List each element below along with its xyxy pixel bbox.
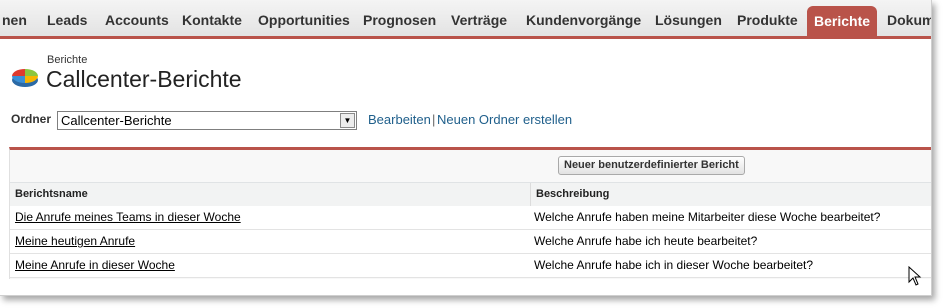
tab-vertraege[interactable]: Verträge <box>451 0 507 36</box>
folder-select[interactable]: Callcenter-Berichte ▼ <box>57 111 357 130</box>
link-separator: | <box>432 112 436 127</box>
report-link[interactable]: Meine Anrufe in dieser Woche <box>15 254 175 277</box>
table-header: Berichtsname Beschreibung <box>10 182 931 207</box>
tab-berichte[interactable]: Berichte <box>807 6 878 36</box>
reports-panel: Neuer benutzerdefinierter Bericht Berich… <box>9 147 931 279</box>
tab-dokumente[interactable]: Dokum <box>887 0 931 36</box>
table-row: Meine Anrufe in dieser Woche Welche Anru… <box>10 254 931 278</box>
column-header-name[interactable]: Berichtsname <box>15 183 88 206</box>
folder-select-value: Callcenter-Berichte <box>61 113 172 128</box>
folder-label: Ordner <box>11 112 52 126</box>
mouse-cursor-icon <box>908 266 922 286</box>
chevron-down-icon[interactable]: ▼ <box>340 113 355 128</box>
tab-accounts[interactable]: Accounts <box>105 0 169 36</box>
tab-kontakte[interactable]: Kontakte <box>182 0 242 36</box>
edit-folder-link[interactable]: Bearbeiten <box>368 112 431 127</box>
table-row: Meine heutigen Anrufe Welche Anrufe habe… <box>10 230 931 254</box>
tab-leads[interactable]: Leads <box>47 0 87 36</box>
tab-produkte[interactable]: Produkte <box>737 0 798 36</box>
reports-pie-icon <box>12 69 38 87</box>
report-description: Welche Anrufe habe ich in dieser Woche b… <box>534 258 814 272</box>
column-header-description[interactable]: Beschreibung <box>536 183 609 206</box>
page-title: Callcenter-Berichte <box>46 66 242 92</box>
tab-opportunities[interactable]: Opportunities <box>258 0 350 36</box>
tab-bar: nen Leads Accounts Kontakte Opportunitie… <box>0 0 931 39</box>
tab-loesungen[interactable]: Lösungen <box>655 0 722 36</box>
new-folder-link[interactable]: Neuen Ordner erstellen <box>437 112 572 127</box>
tab-nen[interactable]: nen <box>2 0 27 36</box>
tab-kundenvorgaenge[interactable]: Kundenvorgänge <box>526 0 641 36</box>
report-link[interactable]: Meine heutigen Anrufe <box>15 230 135 253</box>
report-link[interactable]: Die Anrufe meines Teams in dieser Woche <box>15 206 241 229</box>
table-row: Die Anrufe meines Teams in dieser Woche … <box>10 206 931 230</box>
app-window: nen Leads Accounts Kontakte Opportunitie… <box>0 0 932 296</box>
new-custom-report-button[interactable]: Neuer benutzerdefinierter Bericht <box>558 156 745 175</box>
column-divider <box>530 183 531 206</box>
tab-prognosen[interactable]: Prognosen <box>363 0 436 36</box>
report-description: Welche Anrufe habe ich heute bearbeitet? <box>534 234 758 248</box>
report-description: Welche Anrufe haben meine Mitarbeiter di… <box>534 210 881 224</box>
page-subtitle: Berichte <box>47 54 88 66</box>
